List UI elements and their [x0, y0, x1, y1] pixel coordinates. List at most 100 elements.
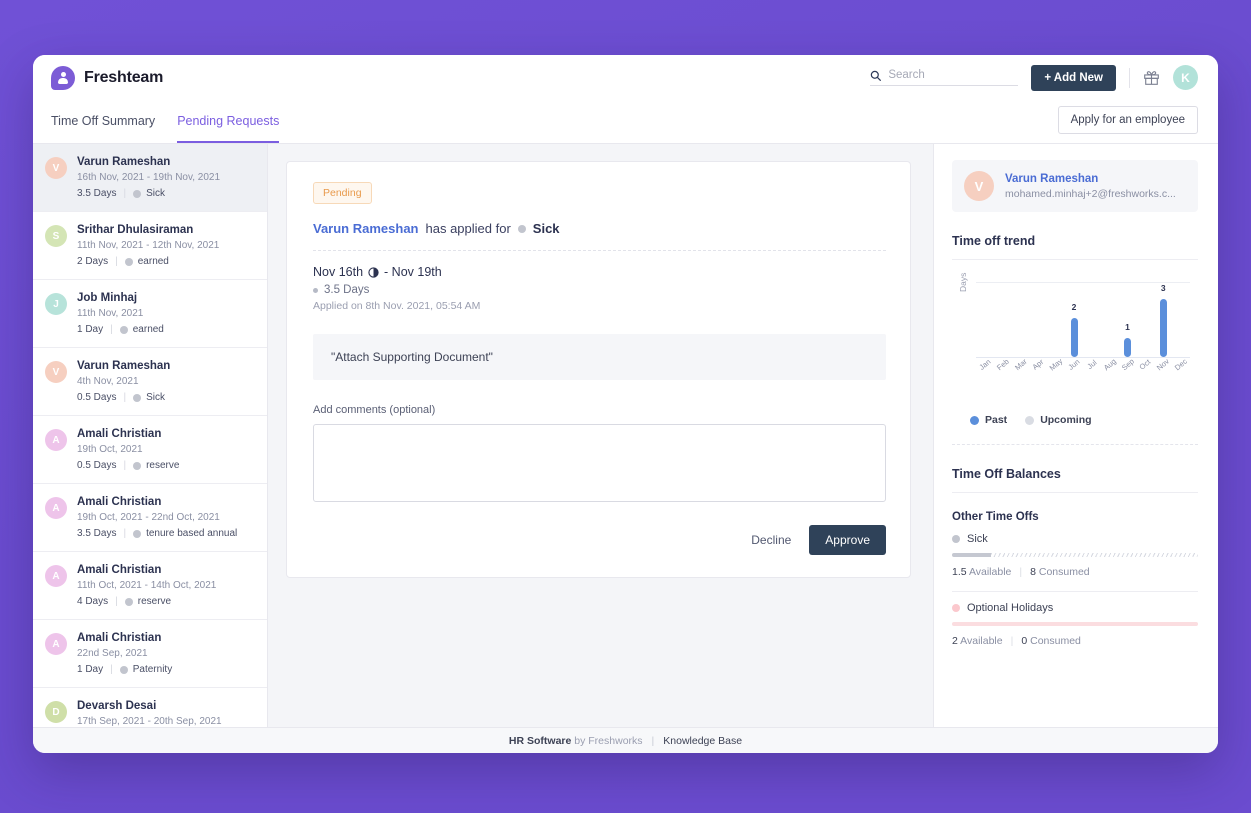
- divider: [952, 259, 1198, 260]
- avatar: V: [964, 171, 994, 201]
- chart-bar-slot: [1029, 283, 1047, 357]
- user-avatar[interactable]: K: [1173, 65, 1198, 90]
- chart-x-tick: Sep: [1119, 356, 1136, 373]
- tab-pending-requests[interactable]: Pending Requests: [177, 100, 279, 143]
- tab-time-off-summary[interactable]: Time Off Summary: [51, 100, 155, 143]
- duration-line: 3.5 Days: [313, 284, 886, 296]
- small-dot-icon: [313, 287, 318, 293]
- request-item-dates: 11th Nov, 2021: [77, 308, 144, 319]
- request-list-item[interactable]: S Srithar Dhulasiraman 11th Nov, 2021 - 12…: [33, 212, 267, 280]
- grey-dot-icon: [124, 257, 133, 266]
- avatar: D: [45, 701, 67, 723]
- pending-requests-list[interactable]: V Varun Rameshan 16th Nov, 2021 - 19th Nov…: [33, 144, 268, 727]
- legend-dot-icon: [1025, 415, 1035, 425]
- brand[interactable]: Freshteam: [51, 65, 164, 90]
- request-item-name: Devarsh Desai: [77, 700, 157, 712]
- request-list-item[interactable]: J Job Minhaj 11th Nov, 2021 1 Day | earned: [33, 280, 267, 348]
- chart-bar: [1070, 318, 1078, 357]
- applied-line: Varun Rameshan has applied for Sick: [313, 221, 886, 236]
- request-item-type-label: reserve: [137, 596, 172, 607]
- duration-value: 3.5 Days: [324, 284, 370, 296]
- avatar: A: [45, 497, 67, 519]
- gift-icon[interactable]: [1143, 69, 1160, 86]
- main-content: Pending Varun Rameshan has applied for S…: [268, 144, 933, 727]
- request-list-item[interactable]: A Amali Christian 19th Oct, 2021 0.5 Days | r…: [33, 416, 267, 484]
- footer-separator: |: [651, 734, 655, 747]
- request-list-item[interactable]: A Amali Christian 11th Oct, 2021 - 14th Oc…: [33, 552, 267, 620]
- request-item-texts: Amali Christian 19th Oct, 2021 0.5 Days | re…: [77, 428, 179, 471]
- profile-name[interactable]: Varun Rameshan: [1005, 173, 1176, 185]
- chart-bar-value-label: 2: [1071, 302, 1077, 313]
- grey-dot-icon: [517, 224, 526, 233]
- request-item-texts: Amali Christian 22nd Sep, 2021 1 Day | Pater…: [77, 632, 172, 675]
- request-item-duration: 1 Day: [77, 664, 104, 675]
- chart-x-tick: Apr: [1031, 357, 1046, 372]
- search-box[interactable]: [870, 69, 1019, 86]
- employee-profile-card[interactable]: V Varun Rameshan mohamed.minhaj+2@freshw…: [952, 160, 1198, 212]
- grey-dot-icon: [119, 325, 128, 334]
- legend-label: Upcoming: [1040, 414, 1092, 426]
- chart-bar-value-label: 1: [1125, 321, 1130, 332]
- brand-name: Freshteam: [84, 68, 164, 86]
- chart-legend: Past Upcoming: [952, 414, 1198, 426]
- request-item-type: earned: [124, 256, 169, 267]
- balance-name: Sick: [952, 533, 1198, 545]
- avatar: A: [45, 633, 67, 655]
- request-list-item[interactable]: D Devarsh Desai 17th Sep, 2021 - 20th Sep,…: [33, 688, 267, 727]
- header-divider: [1129, 67, 1130, 88]
- meta-separator: |: [123, 392, 127, 403]
- meta-separator: |: [110, 324, 113, 335]
- request-list-item[interactable]: A Amali Christian 22nd Sep, 2021 1 Day | Pate…: [33, 620, 267, 688]
- tabs: Time Off Summary Pending Requests: [51, 100, 279, 143]
- request-item-name: Amali Christian: [77, 496, 162, 508]
- meta-separator: |: [123, 460, 127, 471]
- request-item-meta: 1 Day | Paternity: [77, 664, 172, 675]
- comments-textarea[interactable]: [313, 424, 886, 502]
- request-item-meta: 0.5 Days | Sick: [77, 392, 170, 403]
- approve-button[interactable]: Approve: [809, 525, 886, 555]
- chart-legend-item[interactable]: Past: [970, 414, 1007, 426]
- request-item-texts: Amali Christian 19th Oct, 2021 - 22nd Oct…: [77, 496, 237, 539]
- balance-available: 2 Available: [952, 635, 1003, 647]
- request-list-item[interactable]: V Varun Rameshan 16th Nov, 2021 - 19th Nov…: [33, 144, 267, 212]
- apply-for-an-employee-button[interactable]: Apply for an employee: [1057, 106, 1198, 134]
- request-item-dates: 4th Nov, 2021: [77, 376, 139, 387]
- right-panel: V Varun Rameshan mohamed.minhaj+2@freshw…: [933, 144, 1218, 727]
- tab-bar: Time Off Summary Pending Requests Apply …: [33, 100, 1218, 144]
- request-item-type: reserve: [124, 596, 172, 607]
- top-bar-right: + Add New K: [870, 64, 1198, 91]
- chart-bar-slot: [1101, 283, 1119, 357]
- chart-y-axis-label: Days: [958, 272, 968, 292]
- decline-button[interactable]: Decline: [751, 533, 791, 547]
- chart-x-tick: Aug: [1101, 356, 1118, 373]
- search-input[interactable]: [888, 69, 1019, 81]
- request-item-type: Paternity: [119, 664, 173, 675]
- balances-list: Sick 1.5 Available | 8 Consumed Optional Hol…: [952, 533, 1198, 647]
- balance-bar-filled: [952, 553, 992, 557]
- chart-x-tick: Jul: [1085, 357, 1099, 372]
- chart-legend-item[interactable]: Upcoming: [1025, 414, 1092, 426]
- request-list-item[interactable]: V Varun Rameshan 4th Nov, 2021 0.5 Days | Sic…: [33, 348, 267, 416]
- request-list-item[interactable]: A Amali Christian 19th Oct, 2021 - 22nd Oc…: [33, 484, 267, 552]
- applicant-link[interactable]: Varun Rameshan: [313, 221, 419, 236]
- request-item-type-label: Sick: [146, 392, 165, 403]
- meta-separator: |: [115, 596, 118, 607]
- request-detail-card: Pending Varun Rameshan has applied for S…: [286, 161, 911, 578]
- applied-for-text: has applied for: [425, 221, 511, 236]
- request-item-type: earned: [119, 324, 164, 335]
- request-item-duration: 0.5 Days: [77, 392, 117, 403]
- knowledge-base-link[interactable]: Knowledge Base: [663, 735, 742, 747]
- request-item-duration: 4 Days: [77, 596, 109, 607]
- balance-group-title: Other Time Offs: [952, 511, 1039, 523]
- add-new-button[interactable]: + Add New: [1031, 64, 1116, 91]
- chart-x-tick: Dec: [1173, 356, 1190, 373]
- request-item-meta: 3.5 Days | Sick: [77, 188, 220, 199]
- balance-progress-bar: [952, 553, 1198, 557]
- time-off-balances-title: Time Off Balances: [952, 467, 1061, 481]
- balance-stats: 2 Available | 0 Consumed: [952, 635, 1198, 647]
- half-moon-icon: [368, 266, 379, 278]
- divider: [952, 492, 1198, 493]
- grey-dot-icon: [124, 597, 133, 606]
- request-item-type-label: Paternity: [132, 664, 173, 675]
- request-item-name: Amali Christian: [77, 632, 162, 644]
